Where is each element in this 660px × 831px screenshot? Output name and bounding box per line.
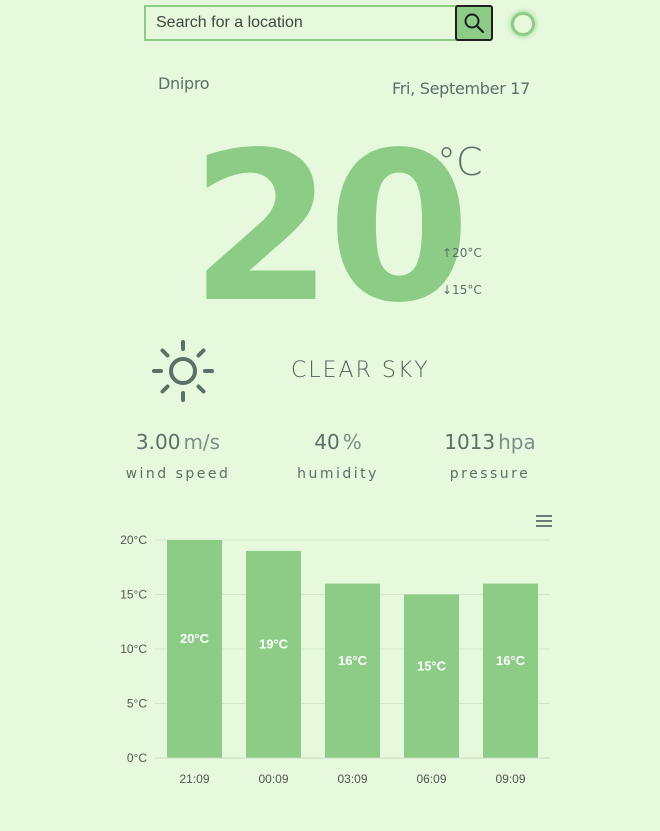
pressure-stat: 1013 hpa pressure [430, 430, 550, 482]
chart-bar [483, 583, 538, 758]
search-input[interactable] [144, 5, 458, 41]
x-tick-label: 21:09 [179, 772, 209, 786]
y-tick-label: 0°C [127, 751, 147, 765]
wind-speed-unit: m/s [183, 430, 221, 454]
humidity-value: 40 [314, 430, 340, 454]
y-tick-label: 10°C [120, 642, 147, 656]
x-tick-label: 09:09 [495, 772, 525, 786]
x-tick-label: 03:09 [337, 772, 367, 786]
x-tick-label: 00:09 [258, 772, 288, 786]
chart-bar [404, 594, 459, 758]
y-tick-label: 15°C [120, 588, 147, 602]
bar-value-label: 16°C [338, 653, 368, 668]
search-button[interactable] [455, 5, 493, 41]
current-date: Fri, September 17 [392, 79, 531, 98]
pressure-label: pressure [449, 466, 531, 482]
bar-value-label: 16°C [496, 653, 526, 668]
pressure-unit: hpa [498, 430, 536, 454]
wind-speed-label: wind speed [125, 466, 231, 482]
weather-condition: CLEAR SKY [291, 358, 430, 383]
bar-value-label: 15°C [417, 658, 447, 673]
temperature-unit: °C [437, 140, 483, 184]
forecast-chart: 0°C 5°C 10°C 15°C 20°C 20°C 21:09 19°C 00:09 16°C… [120, 533, 550, 786]
humidity-unit: % [342, 430, 362, 454]
chart-bar [325, 583, 380, 758]
pressure-value: 1013 [444, 430, 496, 454]
wind-speed-value: 3.00 [135, 430, 181, 454]
search-bar [144, 5, 494, 41]
humidity-label: humidity [297, 466, 379, 482]
wind-speed-stat: 3.00 m/s wind speed [118, 430, 238, 482]
bar-value-label: 19°C [259, 636, 289, 651]
bar-value-label: 20°C [180, 631, 210, 646]
y-tick-label: 20°C [120, 533, 147, 547]
chart-bar [167, 540, 222, 758]
y-tick-label: 5°C [127, 697, 147, 711]
sun-icon [152, 340, 214, 402]
x-tick-label: 06:09 [416, 772, 446, 786]
city-name: Dnipro [158, 74, 210, 93]
theme-toggle[interactable] [511, 12, 535, 36]
current-temperature: 20 [190, 108, 471, 348]
low-temperature: ↓15°C [442, 283, 482, 297]
search-icon [464, 13, 485, 34]
high-temperature: ↑20°C [442, 246, 482, 260]
chart-bar [246, 550, 301, 758]
humidity-stat: 40% humidity [278, 430, 398, 482]
